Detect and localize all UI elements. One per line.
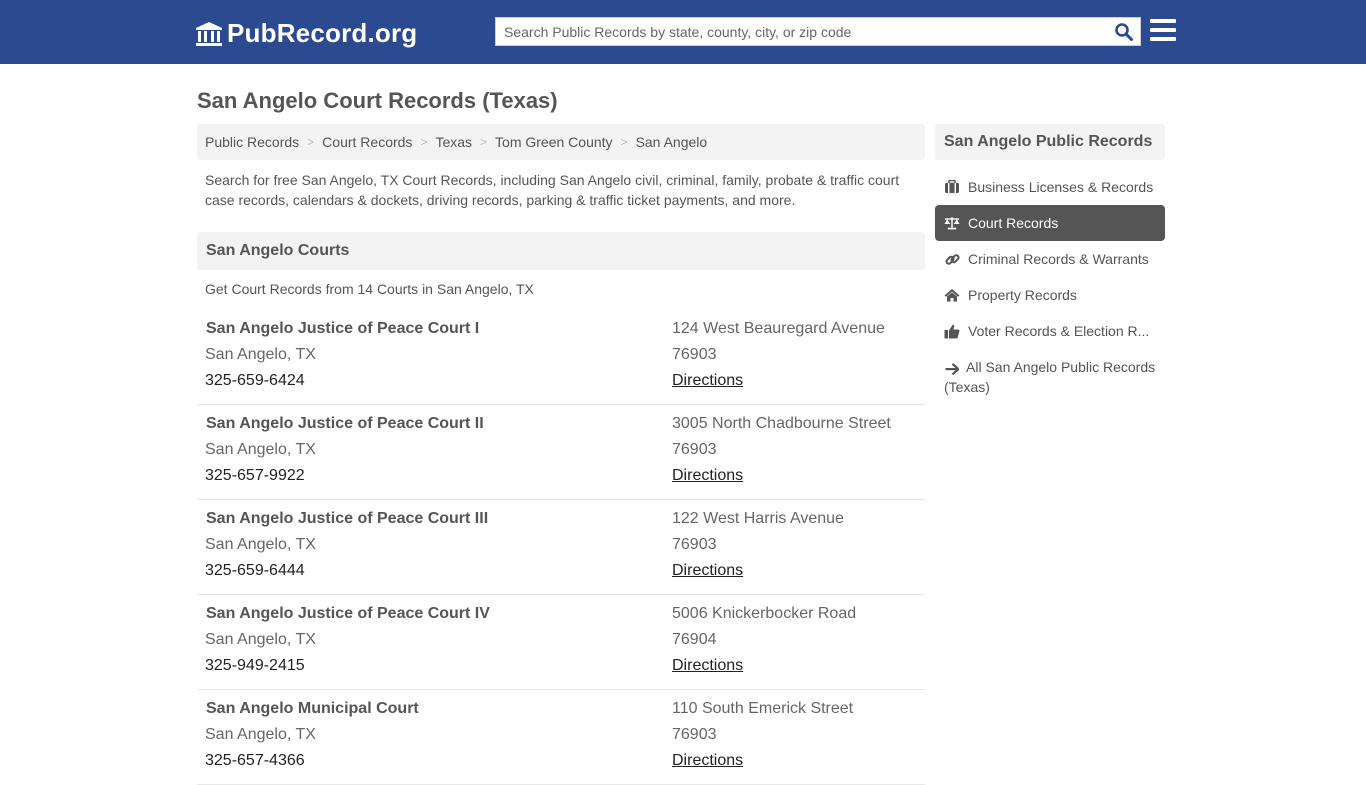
sidebar-heading: San Angelo Public Records <box>935 124 1165 160</box>
arrow-right-icon <box>944 361 960 377</box>
site-logo-text: PubRecord.org <box>227 18 418 48</box>
court-city: San Angelo, TX <box>205 726 316 743</box>
link-icon <box>944 251 960 267</box>
court-name: San Angelo Justice of Peace Court III <box>206 510 489 527</box>
breadcrumb-separator: > <box>620 135 628 149</box>
court-phone: 325-949-2415 <box>205 657 305 674</box>
directions-link[interactable]: Directions <box>672 372 743 390</box>
sidebar-item-label: All San Angelo Public Records (Texas) <box>944 359 1156 395</box>
sidebar-item-criminal-records[interactable]: Criminal Records & Warrants <box>935 241 1165 277</box>
sidebar-item-label: Business Licenses & Records <box>968 179 1154 195</box>
breadcrumb-link-public-records[interactable]: Public Records <box>205 134 299 150</box>
breadcrumb-link-texas[interactable]: Texas <box>435 134 472 150</box>
search-input[interactable] <box>496 18 1108 45</box>
court-zip: 76903 <box>672 536 717 553</box>
search-button[interactable] <box>1108 18 1140 45</box>
court-zip: 76904 <box>672 631 717 648</box>
top-navigation-bar: PubRecord.org <box>0 0 1366 64</box>
court-name: San Angelo Justice of Peace Court I <box>206 320 480 337</box>
breadcrumb-separator: > <box>480 135 488 149</box>
courts-count-text: Get Court Records from 14 Courts in San … <box>205 281 534 297</box>
directions-link[interactable]: Directions <box>672 467 743 485</box>
court-city: San Angelo, TX <box>205 536 316 553</box>
courthouse-icon <box>196 21 222 46</box>
directions-link[interactable]: Directions <box>672 657 743 675</box>
breadcrumb-separator: > <box>420 135 428 149</box>
search-box <box>495 17 1141 46</box>
sidebar-item-business-licenses[interactable]: Business Licenses & Records <box>935 169 1165 205</box>
courts-section-heading: San Angelo Courts <box>197 232 925 270</box>
briefcase-icon <box>944 179 960 195</box>
court-phone: 325-659-6424 <box>205 372 305 389</box>
site-logo-link[interactable]: PubRecord.org <box>195 18 417 49</box>
scales-icon <box>944 215 960 231</box>
court-city: San Angelo, TX <box>205 631 316 648</box>
hamburger-menu-button[interactable] <box>1150 19 1176 43</box>
court-name: San Angelo Municipal Court <box>206 700 419 717</box>
intro-paragraph: Search for free San Angelo, TX Court Rec… <box>205 172 900 208</box>
court-address: 5006 Knickerbocker Road <box>672 605 857 622</box>
search-icon <box>1115 22 1133 41</box>
sidebar-item-label: Property Records <box>968 287 1077 303</box>
hamburger-menu-icon <box>1150 19 1176 23</box>
court-name: San Angelo Justice of Peace Court IV <box>206 605 490 622</box>
thumbs-up-icon <box>944 323 960 339</box>
courts-list: San Angelo Justice of Peace Court I San … <box>197 310 925 785</box>
court-address: 110 South Emerick Street <box>672 700 854 717</box>
breadcrumb-current: San Angelo <box>635 134 708 150</box>
sidebar-item-label: Court Records <box>968 215 1059 231</box>
court-address: 3005 North Chadbourne Street <box>672 415 891 432</box>
court-zip: 76903 <box>672 441 717 458</box>
home-icon <box>944 287 960 303</box>
court-city: San Angelo, TX <box>205 346 316 363</box>
sidebar-nav: Business Licenses & Records Court Record… <box>935 169 1165 397</box>
court-zip: 76903 <box>672 346 717 363</box>
court-city: San Angelo, TX <box>205 441 316 458</box>
sidebar-item-court-records[interactable]: Court Records <box>935 205 1165 241</box>
directions-link[interactable]: Directions <box>672 562 743 580</box>
court-list-item: San Angelo Justice of Peace Court I San … <box>197 310 925 405</box>
court-list-item: San Angelo Justice of Peace Court II San… <box>197 405 925 500</box>
court-list-item: San Angelo Justice of Peace Court III Sa… <box>197 500 925 595</box>
court-phone: 325-659-6444 <box>205 562 305 579</box>
court-list-item: San Angelo Municipal Court San Angelo, T… <box>197 690 925 785</box>
court-zip: 76903 <box>672 726 717 743</box>
directions-link[interactable]: Directions <box>672 752 743 770</box>
court-phone: 325-657-9922 <box>205 467 305 484</box>
sidebar-item-voter-records[interactable]: Voter Records & Election R... <box>935 313 1165 349</box>
court-list-item: San Angelo Justice of Peace Court IV San… <box>197 595 925 690</box>
court-address: 122 West Harris Avenue <box>672 510 844 527</box>
breadcrumb: Public Records > Court Records > Texas >… <box>197 124 925 160</box>
court-phone: 325-657-4366 <box>205 752 305 769</box>
breadcrumb-link-tom-green-county[interactable]: Tom Green County <box>495 134 613 150</box>
menu-bar <box>1150 28 1176 32</box>
breadcrumb-separator: > <box>307 135 315 149</box>
breadcrumb-link-court-records[interactable]: Court Records <box>322 134 412 150</box>
menu-bar <box>1150 37 1176 41</box>
sidebar-item-all-public-records[interactable]: All San Angelo Public Records (Texas) <box>935 349 1165 397</box>
court-address: 124 West Beauregard Avenue <box>672 320 885 337</box>
court-name: San Angelo Justice of Peace Court II <box>206 415 484 432</box>
sidebar-item-label: Criminal Records & Warrants <box>968 251 1149 267</box>
page-title: San Angelo Court Records (Texas) <box>197 88 558 113</box>
sidebar-item-property-records[interactable]: Property Records <box>935 277 1165 313</box>
sidebar-item-label: Voter Records & Election R... <box>968 323 1150 339</box>
